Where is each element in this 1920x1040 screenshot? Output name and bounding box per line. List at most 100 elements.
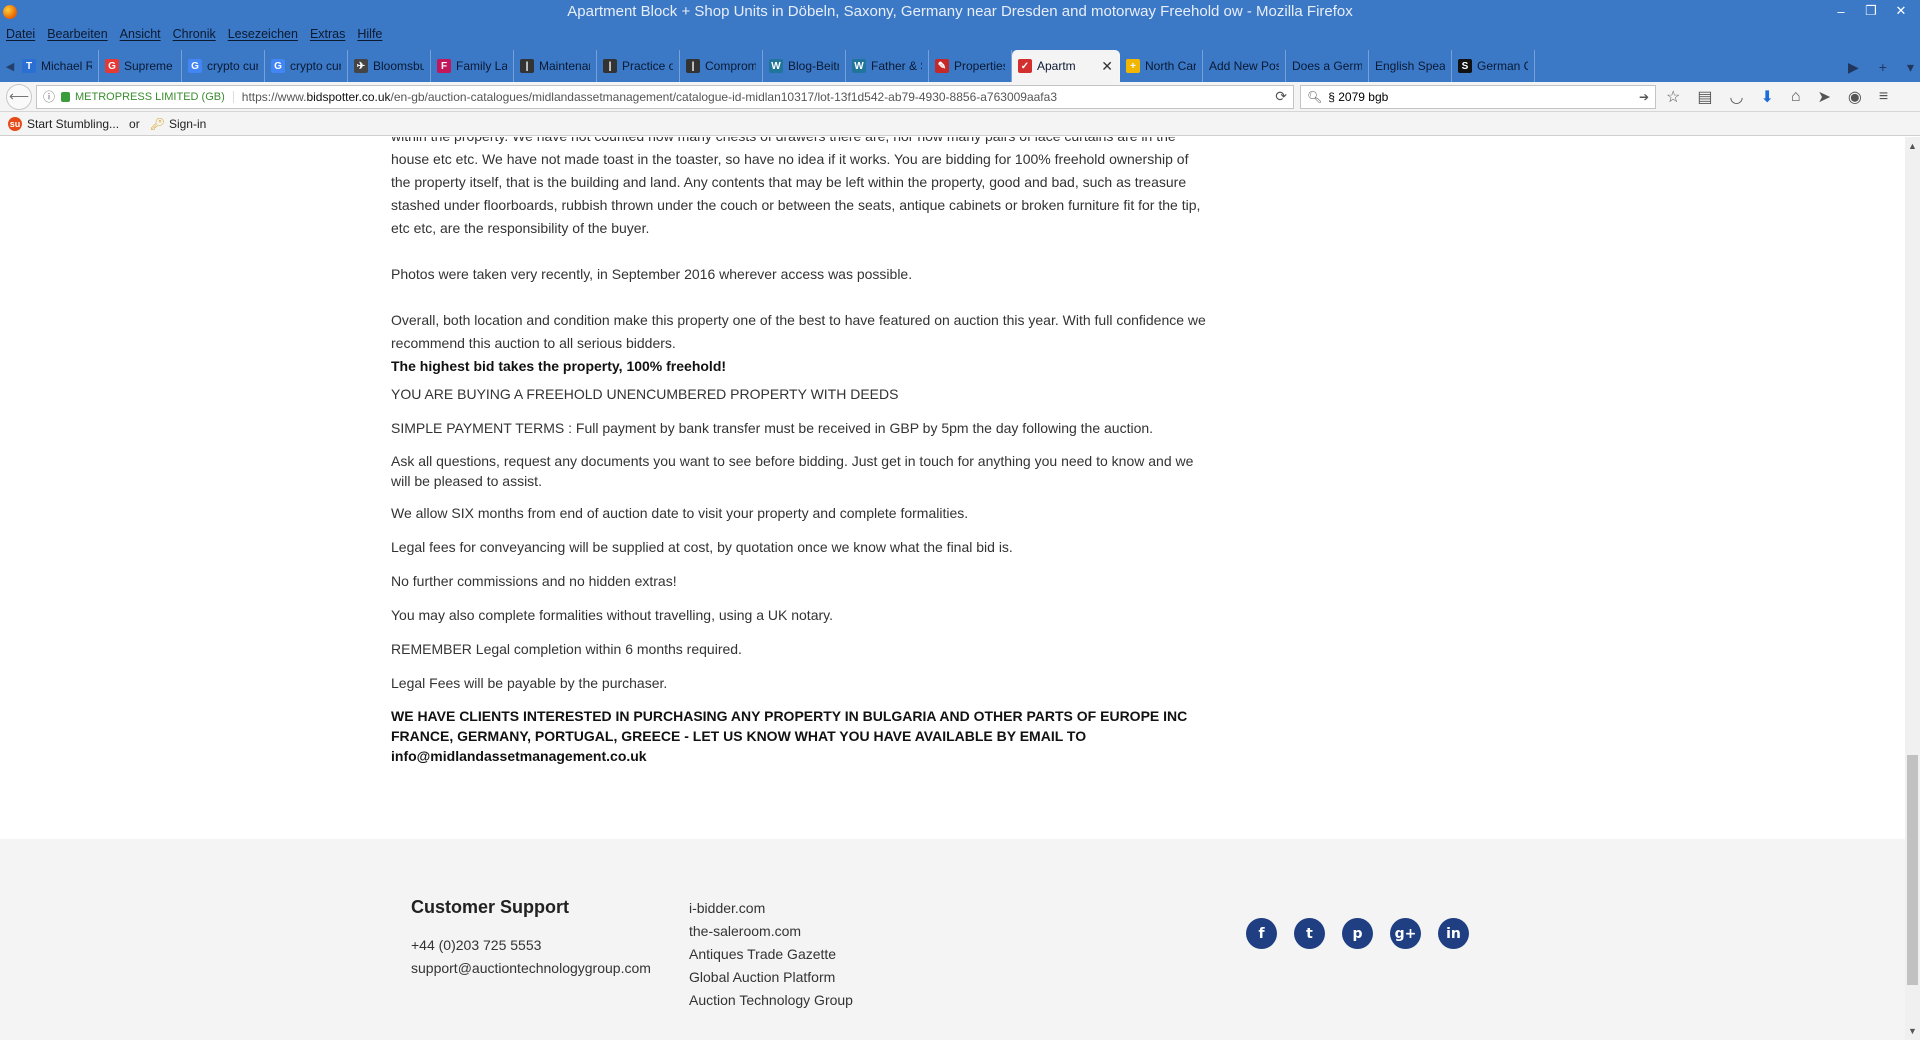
social-links: f t p g+ in: [1246, 918, 1469, 949]
tab-favicon-icon: W: [852, 59, 866, 73]
tab-close-icon[interactable]: ✕: [1101, 58, 1113, 75]
bookmarks-or: or: [129, 116, 140, 131]
tab[interactable]: G Supreme C: [99, 50, 182, 82]
close-window-button[interactable]: ✕: [1886, 0, 1916, 22]
search-bar[interactable]: 🔍︎ § 2079 bgb ➔: [1300, 84, 1656, 109]
home-icon[interactable]: ⌂: [1791, 88, 1801, 106]
description-paragraph: Photos were taken very recently, in Sept…: [391, 266, 913, 282]
linkedin-icon[interactable]: in: [1438, 918, 1469, 949]
back-button[interactable]: ⟵: [6, 83, 32, 110]
key-icon: 🔑︎: [149, 116, 165, 131]
menu-ansicht[interactable]: Ansicht: [120, 27, 161, 41]
description-line: REMEMBER Legal completion within 6 month…: [391, 641, 742, 657]
tab-label: Apartm: [1037, 59, 1076, 73]
tab[interactable]: W Father & S: [846, 50, 929, 82]
site-info-icon[interactable]: ⓘ: [43, 88, 55, 105]
tabs-container: TMichael R.GSupreme CGcrypto currGcrypto…: [16, 50, 1535, 82]
tab[interactable]: W Blog-Beitr: [763, 50, 846, 82]
pocket-icon[interactable]: ◡: [1729, 87, 1743, 107]
footer-link-ibidder[interactable]: i-bidder.com: [689, 897, 853, 920]
google-plus-icon[interactable]: g+: [1390, 918, 1421, 949]
menu-extras[interactable]: Extras: [310, 27, 345, 41]
tab[interactable]: S German Cr: [1452, 50, 1535, 82]
url-domain: bidspotter.co.uk: [306, 89, 391, 104]
tab[interactable]: ✈ Bloomsbur: [348, 50, 431, 82]
menu-lesezeichen[interactable]: Lesezeichen: [228, 27, 298, 41]
pinterest-icon[interactable]: p: [1342, 918, 1373, 949]
tab[interactable]: Add New Post: [1203, 50, 1286, 82]
support-email[interactable]: support@auctiontechnologygroup.com: [411, 957, 651, 980]
send-icon[interactable]: ➤: [1818, 87, 1831, 107]
tab[interactable]: Gcrypto curr: [182, 50, 265, 82]
url-path: /en-gb/auction-catalogues/midlandassetma…: [390, 89, 1057, 104]
search-input[interactable]: § 2079 bgb: [1328, 90, 1388, 104]
bold-statement: The highest bid takes the property, 100%…: [391, 358, 727, 374]
facebook-icon[interactable]: f: [1246, 918, 1277, 949]
footer-link-global-auction[interactable]: Global Auction Platform: [689, 966, 853, 989]
footer-link-atg[interactable]: Antiques Trade Gazette: [689, 943, 853, 966]
menu-datei[interactable]: Datei: [6, 27, 35, 41]
tab-active[interactable]: ✓ Apartm ✕: [1012, 50, 1120, 82]
tab[interactable]: | Comprom: [680, 50, 763, 82]
site-footer: Customer Support +44 (0)203 725 5553 sup…: [0, 839, 1905, 1040]
clients-notice: WE HAVE CLIENTS INTERESTED IN PURCHASING…: [391, 708, 1188, 764]
footer-link-saleroom[interactable]: the-saleroom.com: [689, 920, 853, 943]
reload-icon[interactable]: ⟳: [1275, 88, 1287, 105]
tab-list-icon[interactable]: ▾: [1907, 59, 1914, 76]
scroll-down-icon[interactable]: ▼: [1905, 1026, 1920, 1036]
tab-scroll-right-icon[interactable]: ▶: [1848, 59, 1859, 76]
menu-bar: Datei Bearbeiten Ansicht Chronik Lesezei…: [0, 24, 1920, 44]
tab[interactable]: | Practice of: [597, 50, 680, 82]
tab[interactable]: | Maintenan: [514, 50, 597, 82]
url-text[interactable]: https://www.bidspotter.co.uk/en-gb/aucti…: [242, 90, 1057, 104]
site-identity[interactable]: METROPRESS LIMITED (GB): [75, 90, 234, 103]
tab-favicon-icon: T: [22, 59, 36, 73]
reading-list-icon[interactable]: ▤: [1697, 87, 1712, 107]
search-icon: 🔍︎: [1307, 89, 1323, 104]
start-stumbling-link[interactable]: Start Stumbling...: [27, 117, 119, 131]
support-title: Customer Support: [411, 897, 570, 917]
tab-label: crypto curr: [290, 59, 341, 73]
minimize-button[interactable]: –: [1826, 0, 1856, 22]
tab-favicon-icon: ✎: [935, 59, 949, 73]
twitter-icon[interactable]: t: [1294, 918, 1325, 949]
window-controls: – ❐ ✕: [1826, 0, 1916, 22]
extension-icon[interactable]: ◉: [1848, 87, 1862, 107]
vertical-scrollbar[interactable]: ▲ ▼: [1905, 137, 1920, 1040]
bookmark-star-icon[interactable]: ☆: [1666, 87, 1680, 107]
tab-favicon-icon: G: [105, 59, 119, 73]
scroll-up-icon[interactable]: ▲: [1905, 141, 1920, 151]
tab-label: Comprom: [705, 59, 756, 73]
tab-favicon-icon: S: [1458, 59, 1472, 73]
firefox-logo-icon: [3, 5, 17, 19]
search-go-icon[interactable]: ➔: [1639, 90, 1649, 104]
tab[interactable]: ✎ Properties: [929, 50, 1012, 82]
footer-link-auction-tech[interactable]: Auction Technology Group: [689, 989, 853, 1012]
tab[interactable]: + North Caro: [1120, 50, 1203, 82]
tab[interactable]: Does a German: [1286, 50, 1369, 82]
scrollbar-thumb[interactable]: [1907, 755, 1918, 985]
menu-chronik[interactable]: Chronik: [173, 27, 216, 41]
tab-scroll-left-icon[interactable]: ◀: [4, 50, 16, 82]
support-phone[interactable]: +44 (0)203 725 5553: [411, 934, 651, 957]
tab[interactable]: F Family Law: [431, 50, 514, 82]
maximize-button[interactable]: ❐: [1856, 0, 1886, 22]
hamburger-menu-icon[interactable]: ≡: [1879, 88, 1888, 106]
tab[interactable]: T Michael R.: [16, 50, 99, 82]
download-icon[interactable]: ⬇: [1760, 87, 1773, 107]
new-tab-icon[interactable]: +: [1879, 59, 1887, 76]
menu-bearbeiten[interactable]: Bearbeiten: [47, 27, 107, 41]
description-line: We allow SIX months from end of auction …: [391, 505, 969, 521]
tab-favicon-icon: |: [686, 59, 700, 73]
tab-label: English Speakin: [1375, 59, 1445, 73]
tab[interactable]: English Speakin: [1369, 50, 1452, 82]
tab-favicon-icon: +: [1126, 59, 1140, 73]
tab-strip: ◀ TMichael R.GSupreme CGcrypto currGcryp…: [0, 44, 1920, 82]
url-bar[interactable]: ⓘ METROPRESS LIMITED (GB) https://www.bi…: [36, 84, 1294, 109]
menu-hilfe[interactable]: Hilfe: [357, 27, 382, 41]
tab-label: North Caro: [1145, 59, 1196, 73]
tab[interactable]: Gcrypto curr: [265, 50, 348, 82]
sign-in-link[interactable]: Sign-in: [169, 117, 206, 131]
